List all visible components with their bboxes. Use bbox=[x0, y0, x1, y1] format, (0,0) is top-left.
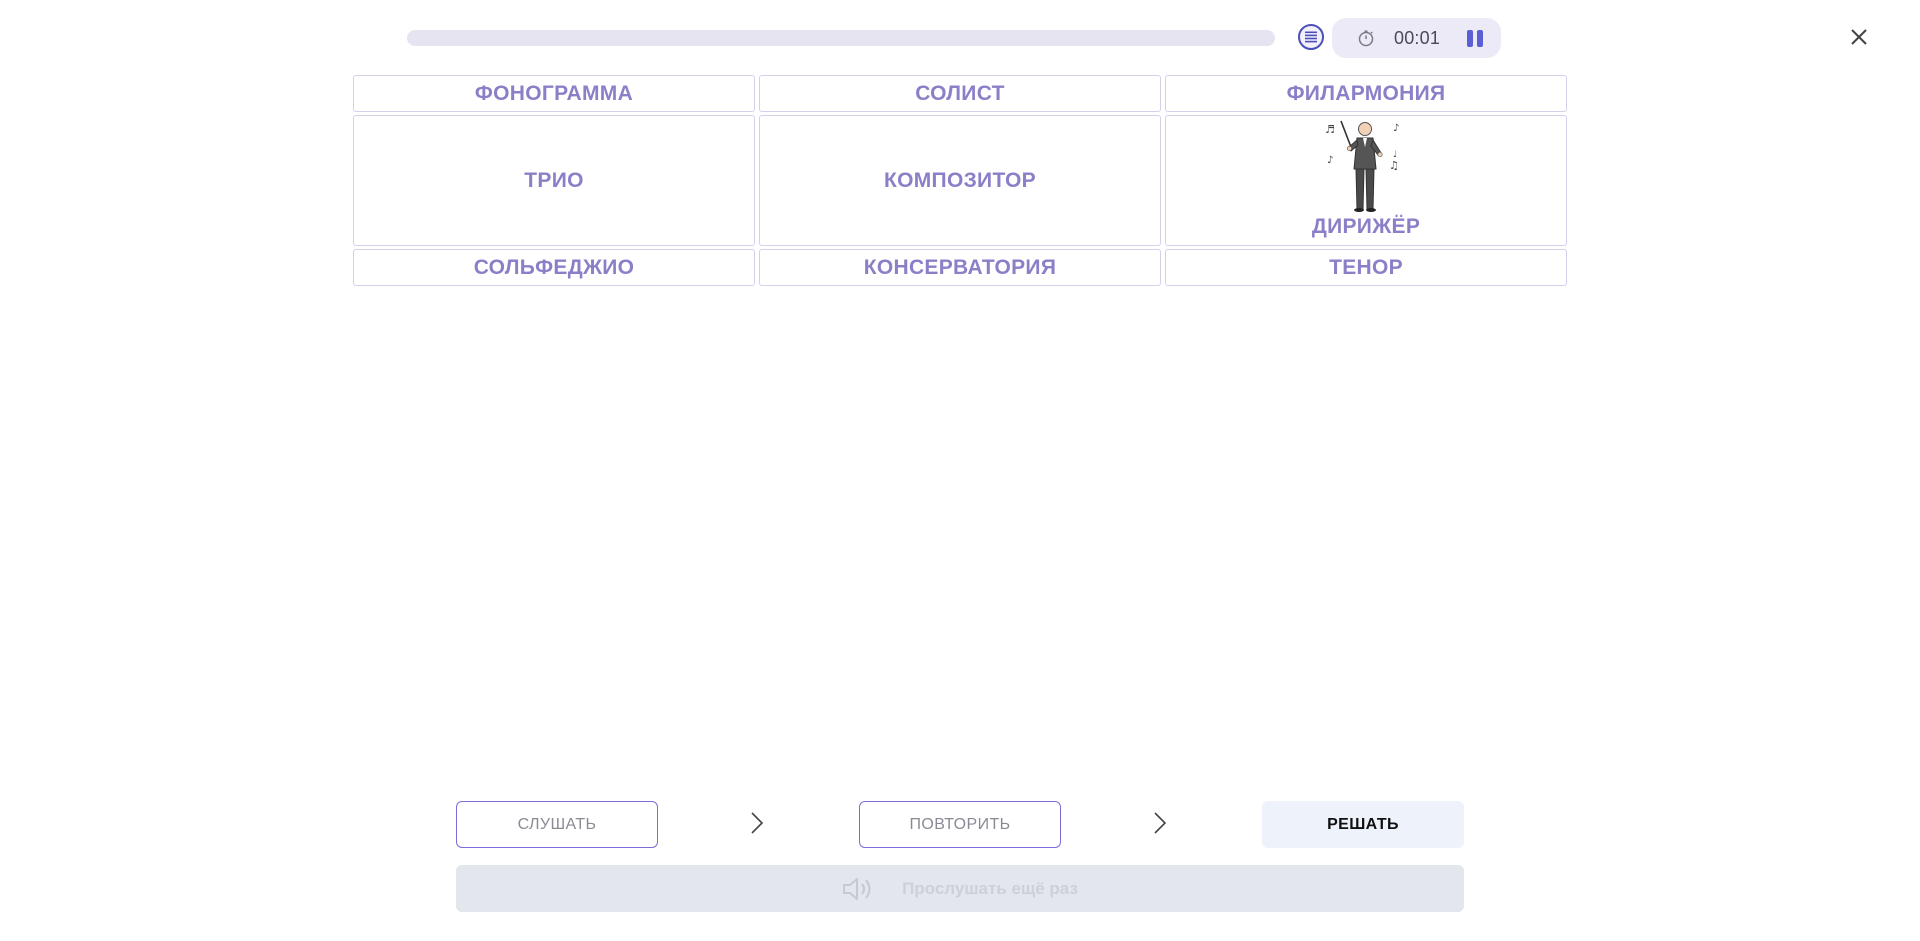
word-label: ДИРИЖЁР bbox=[1311, 215, 1421, 238]
chevron-right-icon bbox=[751, 812, 764, 834]
word-card[interactable]: СОЛЬФЕДЖИО bbox=[353, 249, 755, 286]
repeat-button[interactable]: ПОВТОРИТЬ bbox=[859, 801, 1061, 848]
speaker-icon bbox=[843, 877, 871, 900]
conductor-illustration: ♬ ♪ ♪ ♫ ♩ bbox=[1325, 120, 1400, 212]
word-card[interactable]: ТЕНОР bbox=[1165, 249, 1567, 286]
progress-bar bbox=[407, 30, 1275, 46]
stopwatch-icon bbox=[1356, 28, 1376, 48]
svg-text:♫: ♫ bbox=[1389, 159, 1399, 172]
word-card[interactable]: ТРИО bbox=[353, 115, 755, 246]
word-card[interactable]: ФОНОГРАММА bbox=[353, 75, 755, 112]
solve-button[interactable]: РЕШАТЬ bbox=[1262, 801, 1464, 848]
list-icon bbox=[1305, 31, 1317, 43]
listen-again-label: Прослушать ещё раз bbox=[902, 878, 1078, 898]
word-card[interactable]: КОМПОЗИТОР bbox=[759, 115, 1161, 246]
word-card[interactable]: КОНСЕРВАТОРИЯ bbox=[759, 249, 1161, 286]
list-button[interactable] bbox=[1298, 24, 1324, 50]
listen-again-button[interactable]: Прослушать ещё раз bbox=[456, 865, 1464, 912]
chevron-right-icon bbox=[1154, 812, 1167, 834]
close-icon[interactable] bbox=[1846, 24, 1872, 50]
pause-button[interactable] bbox=[1464, 27, 1486, 49]
svg-text:♩: ♩ bbox=[1393, 150, 1398, 160]
svg-text:♪: ♪ bbox=[1393, 123, 1400, 134]
exercise-screen: 00:01 ФОНОГРАММА СОЛИСТ ФИЛАРМОНИЯ ТРИО … bbox=[0, 0, 1920, 941]
pause-icon bbox=[1467, 29, 1474, 47]
word-card-with-image[interactable]: ♬ ♪ ♪ ♫ ♩ ДИРИЖЁР bbox=[1165, 115, 1567, 246]
timer-value: 00:01 bbox=[1394, 27, 1441, 48]
listen-button[interactable]: СЛУШАТЬ bbox=[456, 801, 658, 848]
svg-text:♪: ♪ bbox=[1327, 155, 1334, 166]
word-card[interactable]: СОЛИСТ bbox=[759, 75, 1161, 112]
svg-text:♬: ♬ bbox=[1325, 123, 1335, 136]
word-card[interactable]: ФИЛАРМОНИЯ bbox=[1165, 75, 1567, 112]
timer: 00:01 bbox=[1332, 18, 1501, 58]
word-grid: ФОНОГРАММА СОЛИСТ ФИЛАРМОНИЯ ТРИО КОМПОЗ… bbox=[353, 75, 1567, 286]
